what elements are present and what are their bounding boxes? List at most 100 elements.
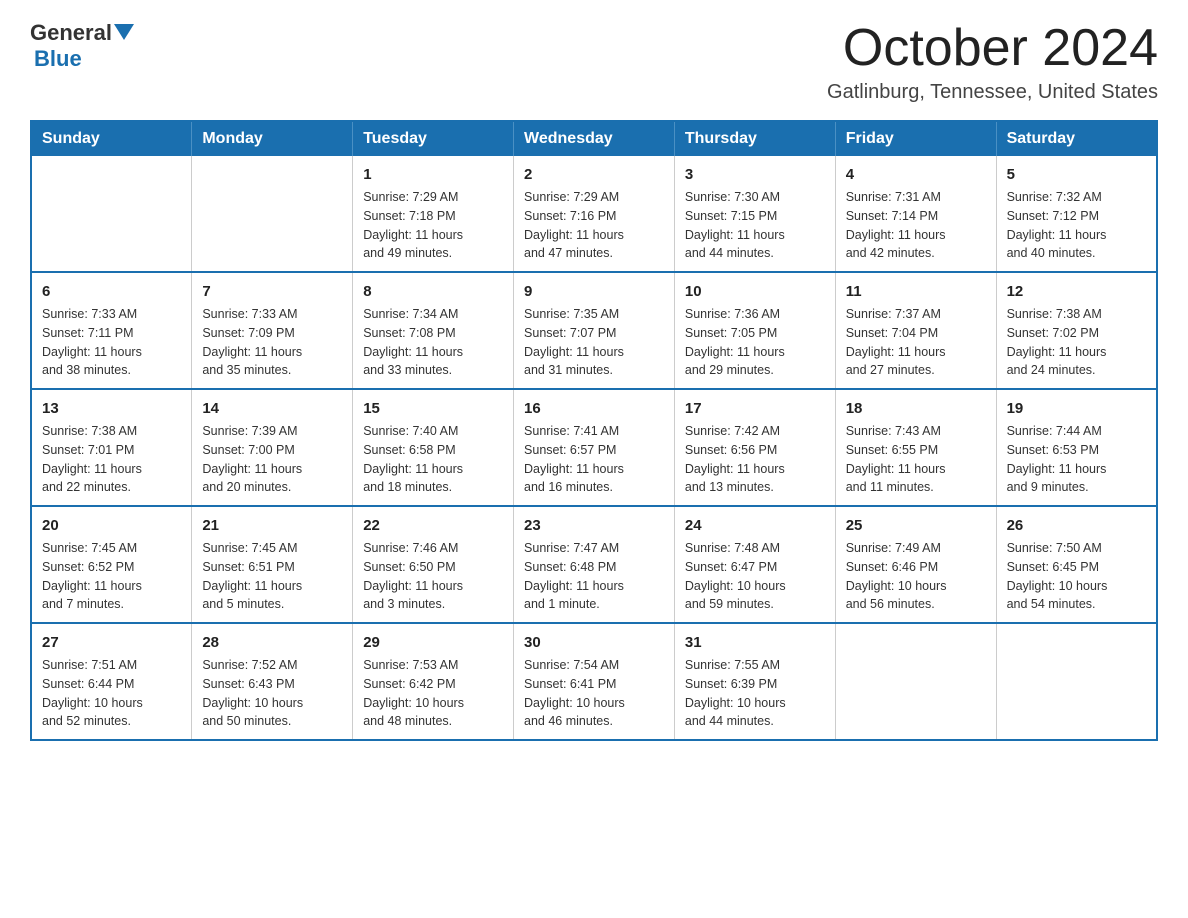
month-title: October 2024	[827, 20, 1158, 77]
day-info: Sunrise: 7:31 AM Sunset: 7:14 PM Dayligh…	[846, 188, 986, 263]
day-number: 7	[202, 281, 342, 302]
weekday-header-wednesday: Wednesday	[514, 121, 675, 156]
day-info: Sunrise: 7:32 AM Sunset: 7:12 PM Dayligh…	[1007, 188, 1146, 263]
calendar-cell	[31, 156, 192, 272]
day-info: Sunrise: 7:36 AM Sunset: 7:05 PM Dayligh…	[685, 305, 825, 380]
day-info: Sunrise: 7:38 AM Sunset: 7:01 PM Dayligh…	[42, 422, 181, 497]
day-number: 12	[1007, 281, 1146, 302]
calendar-cell	[192, 156, 353, 272]
day-info: Sunrise: 7:35 AM Sunset: 7:07 PM Dayligh…	[524, 305, 664, 380]
title-area: October 2024 Gatlinburg, Tennessee, Unit…	[827, 20, 1158, 104]
day-info: Sunrise: 7:55 AM Sunset: 6:39 PM Dayligh…	[685, 656, 825, 731]
calendar-cell: 16 Sunrise: 7:41 AM Sunset: 6:57 PM Dayli…	[514, 389, 675, 506]
day-number: 16	[524, 398, 664, 419]
location-title: Gatlinburg, Tennessee, United States	[827, 81, 1158, 104]
day-info: Sunrise: 7:30 AM Sunset: 7:15 PM Dayligh…	[685, 188, 825, 263]
calendar-cell	[835, 623, 996, 740]
calendar-week-row: 27 Sunrise: 7:51 AM Sunset: 6:44 PM Dayli…	[31, 623, 1157, 740]
calendar-cell: 10Sunrise: 7:36 AM Sunset: 7:05 PM Dayli…	[674, 272, 835, 389]
day-number: 2	[524, 164, 664, 185]
day-number: 28	[202, 632, 342, 653]
calendar-cell: 22 Sunrise: 7:46 AM Sunset: 6:50 PM Dayli…	[353, 506, 514, 623]
day-number: 9	[524, 281, 664, 302]
day-number: 21	[202, 515, 342, 536]
calendar-cell: 28 Sunrise: 7:52 AM Sunset: 6:43 PM Dayli…	[192, 623, 353, 740]
day-info: Sunrise: 7:46 AM Sunset: 6:50 PM Dayligh…	[363, 539, 503, 614]
day-number: 3	[685, 164, 825, 185]
day-info: Sunrise: 7:38 AM Sunset: 7:02 PM Dayligh…	[1007, 305, 1146, 380]
calendar-table: SundayMondayTuesdayWednesdayThursdayFrid…	[30, 120, 1158, 741]
calendar-cell: 2Sunrise: 7:29 AM Sunset: 7:16 PM Daylig…	[514, 156, 675, 272]
day-info: Sunrise: 7:43 AM Sunset: 6:55 PM Dayligh…	[846, 422, 986, 497]
calendar-cell: 20 Sunrise: 7:45 AM Sunset: 6:52 PM Dayli…	[31, 506, 192, 623]
header: General Blue October 2024 Gatlinburg, Te…	[30, 20, 1158, 104]
day-number: 27	[42, 632, 181, 653]
day-number: 14	[202, 398, 342, 419]
day-info: Sunrise: 7:45 AM Sunset: 6:51 PM Dayligh…	[202, 539, 342, 614]
calendar-cell: 25 Sunrise: 7:49 AM Sunset: 6:46 PM Dayli…	[835, 506, 996, 623]
day-info: Sunrise: 7:41 AM Sunset: 6:57 PM Dayligh…	[524, 422, 664, 497]
calendar-cell: 12 Sunrise: 7:38 AM Sunset: 7:02 PM Dayli…	[996, 272, 1157, 389]
day-info: Sunrise: 7:54 AM Sunset: 6:41 PM Dayligh…	[524, 656, 664, 731]
day-info: Sunrise: 7:40 AM Sunset: 6:58 PM Dayligh…	[363, 422, 503, 497]
weekday-header-tuesday: Tuesday	[353, 121, 514, 156]
day-number: 22	[363, 515, 503, 536]
day-number: 11	[846, 281, 986, 302]
calendar-cell: 14 Sunrise: 7:39 AM Sunset: 7:00 PM Dayli…	[192, 389, 353, 506]
day-number: 25	[846, 515, 986, 536]
calendar-cell: 9 Sunrise: 7:35 AM Sunset: 7:07 PM Daylig…	[514, 272, 675, 389]
logo: General Blue	[30, 20, 134, 72]
calendar-cell: 4 Sunrise: 7:31 AM Sunset: 7:14 PM Daylig…	[835, 156, 996, 272]
weekday-header-friday: Friday	[835, 121, 996, 156]
calendar-cell: 3 Sunrise: 7:30 AM Sunset: 7:15 PM Daylig…	[674, 156, 835, 272]
day-info: Sunrise: 7:48 AM Sunset: 6:47 PM Dayligh…	[685, 539, 825, 614]
day-number: 19	[1007, 398, 1146, 419]
calendar-cell: 13Sunrise: 7:38 AM Sunset: 7:01 PM Dayli…	[31, 389, 192, 506]
day-number: 23	[524, 515, 664, 536]
day-info: Sunrise: 7:52 AM Sunset: 6:43 PM Dayligh…	[202, 656, 342, 731]
day-number: 5	[1007, 164, 1146, 185]
calendar-cell: 7 Sunrise: 7:33 AM Sunset: 7:09 PM Daylig…	[192, 272, 353, 389]
day-number: 6	[42, 281, 181, 302]
calendar-cell: 23Sunrise: 7:47 AM Sunset: 6:48 PM Dayli…	[514, 506, 675, 623]
calendar-cell: 24 Sunrise: 7:48 AM Sunset: 6:47 PM Dayli…	[674, 506, 835, 623]
calendar-week-row: 20 Sunrise: 7:45 AM Sunset: 6:52 PM Dayli…	[31, 506, 1157, 623]
day-number: 18	[846, 398, 986, 419]
calendar-week-row: 13Sunrise: 7:38 AM Sunset: 7:01 PM Dayli…	[31, 389, 1157, 506]
logo-blue-text: Blue	[34, 46, 82, 71]
logo-general-text: General	[30, 20, 112, 46]
day-number: 17	[685, 398, 825, 419]
calendar-cell: 8Sunrise: 7:34 AM Sunset: 7:08 PM Daylig…	[353, 272, 514, 389]
day-info: Sunrise: 7:33 AM Sunset: 7:09 PM Dayligh…	[202, 305, 342, 380]
day-info: Sunrise: 7:33 AM Sunset: 7:11 PM Dayligh…	[42, 305, 181, 380]
calendar-cell: 30 Sunrise: 7:54 AM Sunset: 6:41 PM Dayli…	[514, 623, 675, 740]
day-number: 4	[846, 164, 986, 185]
logo-triangle-icon	[114, 24, 134, 40]
day-number: 31	[685, 632, 825, 653]
calendar-cell	[996, 623, 1157, 740]
calendar-cell: 5 Sunrise: 7:32 AM Sunset: 7:12 PM Daylig…	[996, 156, 1157, 272]
weekday-header-sunday: Sunday	[31, 121, 192, 156]
weekday-header-saturday: Saturday	[996, 121, 1157, 156]
calendar-cell: 6 Sunrise: 7:33 AM Sunset: 7:11 PM Daylig…	[31, 272, 192, 389]
calendar-cell: 1Sunrise: 7:29 AM Sunset: 7:18 PM Daylig…	[353, 156, 514, 272]
day-number: 15	[363, 398, 503, 419]
weekday-header-thursday: Thursday	[674, 121, 835, 156]
day-number: 29	[363, 632, 503, 653]
day-info: Sunrise: 7:45 AM Sunset: 6:52 PM Dayligh…	[42, 539, 181, 614]
day-number: 30	[524, 632, 664, 653]
day-info: Sunrise: 7:39 AM Sunset: 7:00 PM Dayligh…	[202, 422, 342, 497]
day-info: Sunrise: 7:42 AM Sunset: 6:56 PM Dayligh…	[685, 422, 825, 497]
calendar-week-row: 6 Sunrise: 7:33 AM Sunset: 7:11 PM Daylig…	[31, 272, 1157, 389]
calendar-cell: 26Sunrise: 7:50 AM Sunset: 6:45 PM Dayli…	[996, 506, 1157, 623]
day-info: Sunrise: 7:51 AM Sunset: 6:44 PM Dayligh…	[42, 656, 181, 731]
day-number: 8	[363, 281, 503, 302]
day-info: Sunrise: 7:49 AM Sunset: 6:46 PM Dayligh…	[846, 539, 986, 614]
day-number: 20	[42, 515, 181, 536]
calendar-cell: 19Sunrise: 7:44 AM Sunset: 6:53 PM Dayli…	[996, 389, 1157, 506]
day-number: 24	[685, 515, 825, 536]
day-info: Sunrise: 7:53 AM Sunset: 6:42 PM Dayligh…	[363, 656, 503, 731]
calendar-cell: 21 Sunrise: 7:45 AM Sunset: 6:51 PM Dayli…	[192, 506, 353, 623]
calendar-cell: 29 Sunrise: 7:53 AM Sunset: 6:42 PM Dayli…	[353, 623, 514, 740]
day-number: 1	[363, 164, 503, 185]
